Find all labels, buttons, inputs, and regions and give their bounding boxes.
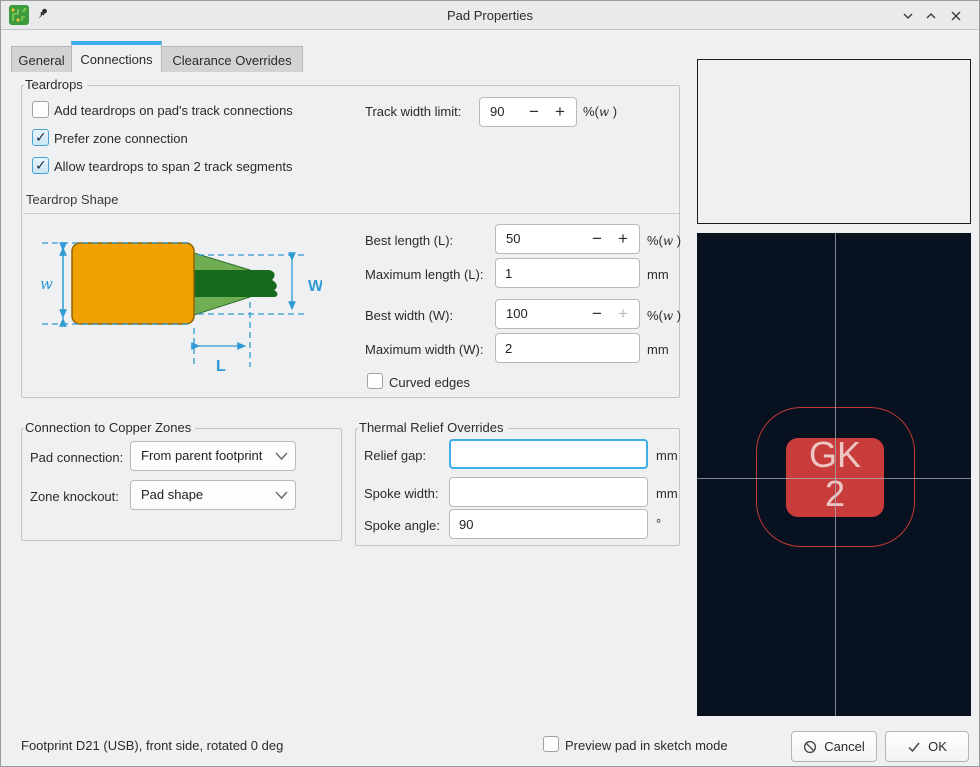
crosshair-vertical xyxy=(835,233,836,716)
maximum-length-label: Maximum length (L): xyxy=(365,267,483,282)
pad-connection-value: From parent footprint xyxy=(141,448,262,463)
tab-connections-label: Connections xyxy=(80,52,152,67)
track-width-limit-decrement-button[interactable]: − xyxy=(524,101,544,123)
svg-text:L: L xyxy=(216,358,226,375)
best-length-value: 50 xyxy=(506,231,520,246)
maximum-width-input[interactable] xyxy=(496,334,639,362)
track-width-limit-increment-button[interactable]: + xyxy=(550,101,570,123)
maximum-width-field[interactable] xyxy=(495,333,640,363)
teardrop-shape-divider xyxy=(23,213,679,214)
curved-edges-label: Curved edges xyxy=(389,375,470,390)
pad-connection-label: Pad connection: xyxy=(30,450,123,465)
best-length-unit: %(w ) xyxy=(647,233,681,248)
best-length-decrement-button[interactable]: − xyxy=(587,228,607,250)
best-width-unit: %(w ) xyxy=(647,308,681,323)
maximum-length-field[interactable] xyxy=(495,258,640,288)
cancel-button-label: Cancel xyxy=(824,739,864,754)
svg-text:w: w xyxy=(40,275,53,293)
best-length-spinner[interactable]: 50 − + xyxy=(495,224,640,254)
maximum-length-unit: mm xyxy=(647,267,669,282)
sketch-mode-checkbox[interactable] xyxy=(543,736,559,752)
tab-clearance-overrides[interactable]: Clearance Overrides xyxy=(161,46,303,72)
tab-connections[interactable]: Connections xyxy=(71,41,162,72)
sketch-mode-label: Preview pad in sketch mode xyxy=(565,738,728,753)
prefer-zone-connection-label: Prefer zone connection xyxy=(54,131,188,146)
spoke-width-field[interactable] xyxy=(449,477,648,507)
thermal-relief-group: Thermal Relief Overrides Relief gap: mm … xyxy=(355,428,680,546)
relief-gap-unit: mm xyxy=(656,448,678,463)
pad-connection-dropdown[interactable]: From parent footprint xyxy=(130,441,296,471)
spoke-angle-unit: ° xyxy=(656,516,661,531)
zone-knockout-label: Zone knockout: xyxy=(30,489,119,504)
curved-edges-checkbox[interactable] xyxy=(367,373,383,389)
maximum-width-unit: mm xyxy=(647,342,669,357)
best-width-decrement-button[interactable]: − xyxy=(587,303,607,325)
spoke-width-input[interactable] xyxy=(450,478,647,506)
best-width-label: Best width (W): xyxy=(365,308,453,323)
ok-button[interactable]: OK xyxy=(885,731,969,762)
tab-general-label: General xyxy=(18,53,64,68)
copper-zones-group: Connection to Copper Zones Pad connectio… xyxy=(21,428,342,541)
crosshair-horizontal xyxy=(697,478,971,479)
tab-general[interactable]: General xyxy=(11,46,72,72)
add-teardrops-checkbox[interactable] xyxy=(32,101,49,118)
spoke-angle-input[interactable] xyxy=(450,510,647,538)
window-close-icon[interactable] xyxy=(947,8,965,24)
chevron-down-icon xyxy=(275,451,288,461)
span-two-segments-checkbox[interactable] xyxy=(32,157,49,174)
tab-clearance-label: Clearance Overrides xyxy=(172,53,291,68)
zone-knockout-dropdown[interactable]: Pad shape xyxy=(130,480,296,510)
window-title: Pad Properties xyxy=(1,8,979,23)
spoke-angle-field[interactable] xyxy=(449,509,648,539)
track-width-limit-label: Track width limit: xyxy=(365,104,461,119)
best-width-spinner[interactable]: 100 − + xyxy=(495,299,640,329)
best-length-label: Best length (L): xyxy=(365,233,453,248)
copper-zones-group-label: Connection to Copper Zones xyxy=(24,420,195,435)
add-teardrops-label: Add teardrops on pad's track connections xyxy=(54,103,293,118)
maximum-width-label: Maximum width (W): xyxy=(365,342,483,357)
window-unshade-icon[interactable] xyxy=(922,8,940,24)
thermal-relief-group-label: Thermal Relief Overrides xyxy=(358,420,508,435)
track-width-limit-spinner[interactable]: 90 − + xyxy=(479,97,577,127)
spoke-angle-label: Spoke angle: xyxy=(364,518,440,533)
teardrop-shape-label: Teardrop Shape xyxy=(26,192,119,207)
spoke-width-label: Spoke width: xyxy=(364,486,438,501)
track-width-limit-unit: %(w ) xyxy=(583,104,617,119)
relief-gap-label: Relief gap: xyxy=(364,448,426,463)
window-shade-icon[interactable] xyxy=(899,8,917,24)
maximum-length-input[interactable] xyxy=(496,259,639,287)
teardrops-group: Teardrops Add teardrops on pad's track c… xyxy=(21,85,680,398)
relief-gap-field[interactable] xyxy=(449,439,648,469)
cancel-button[interactable]: Cancel xyxy=(791,731,877,762)
no-entry-icon xyxy=(803,740,817,754)
pad-preview-canvas[interactable]: GK 2 xyxy=(697,233,971,716)
spoke-width-unit: mm xyxy=(656,486,678,501)
svg-text:W: W xyxy=(308,278,322,295)
chevron-down-icon xyxy=(275,490,288,500)
pad-properties-dialog: Pad Properties General Connections Clear… xyxy=(0,0,980,767)
zone-knockout-value: Pad shape xyxy=(141,487,203,502)
check-icon xyxy=(907,741,921,753)
span-two-segments-label: Allow teardrops to span 2 track segments xyxy=(54,159,292,174)
relief-gap-input[interactable] xyxy=(451,441,646,467)
best-length-increment-button[interactable]: + xyxy=(613,228,633,250)
title-bar: Pad Properties xyxy=(1,1,979,30)
best-width-increment-button[interactable]: + xyxy=(613,303,633,325)
teardrops-group-label: Teardrops xyxy=(24,77,87,92)
track-width-limit-value: 90 xyxy=(490,104,504,119)
teardrop-shape-diagram: w W L xyxy=(32,230,322,380)
prefer-zone-connection-checkbox[interactable] xyxy=(32,129,49,146)
ok-button-label: OK xyxy=(928,739,947,754)
pad-info-panel xyxy=(697,59,971,224)
footprint-status-text: Footprint D21 (USB), front side, rotated… xyxy=(21,738,283,753)
best-width-value: 100 xyxy=(506,306,528,321)
